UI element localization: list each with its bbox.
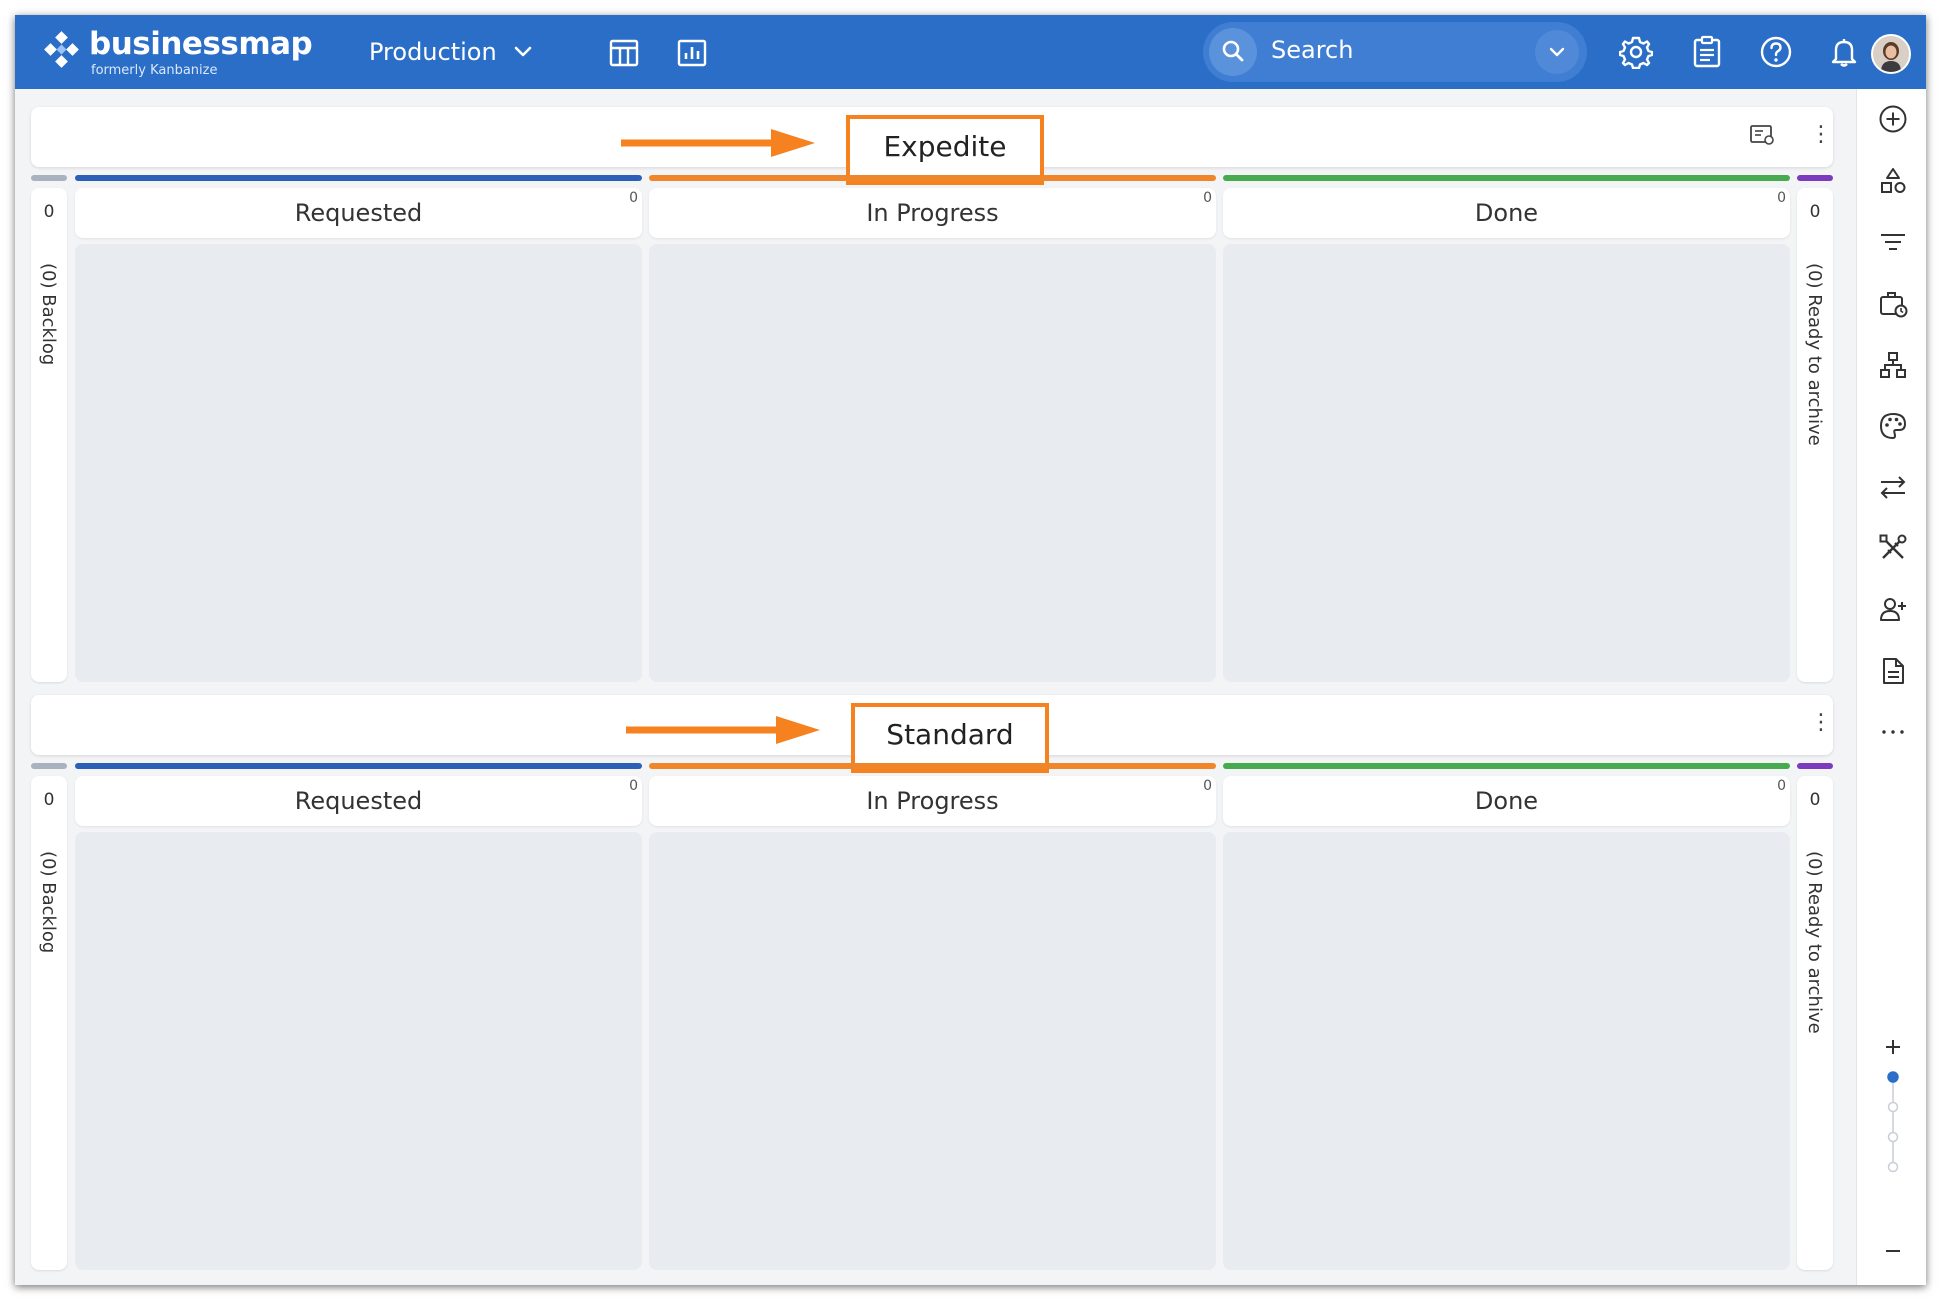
zoom-level-dot[interactable] <box>1887 1161 1899 1173</box>
column-count: 0 <box>629 778 638 794</box>
lane-menu-button[interactable]: ⋮ <box>1810 712 1832 734</box>
lane-settings-icon[interactable] <box>1749 123 1777 149</box>
backlog-label: (0) Backlog <box>38 263 59 366</box>
annotation-arrow-icon <box>626 716 820 744</box>
bell-icon[interactable] <box>1827 35 1861 69</box>
archive-label: (0) Ready to archive <box>1804 851 1825 1034</box>
column-header-in-progress[interactable]: In Progress 0 <box>649 776 1216 826</box>
column-title: Done <box>1474 787 1539 815</box>
zoom-slider[interactable] <box>1878 1069 1908 1209</box>
column-title: In Progress <box>866 787 999 815</box>
backlog-count: 0 <box>43 790 55 810</box>
column-cell-done[interactable] <box>1223 832 1790 1270</box>
right-toolbar <box>1856 89 1926 1285</box>
backlog-column[interactable]: 0 (0) Backlog <box>31 776 67 1270</box>
zoom-in-icon[interactable] <box>1878 1032 1908 1062</box>
more-options-icon[interactable] <box>1878 717 1908 747</box>
column-bar-in-progress <box>649 763 1216 769</box>
backlog-column[interactable]: 0 (0) Backlog <box>31 188 67 682</box>
businessmap-logo-icon[interactable] <box>41 31 81 71</box>
board-name: Production <box>369 38 497 66</box>
column-count: 0 <box>1203 778 1212 794</box>
column-header-in-progress[interactable]: In Progress 0 <box>649 188 1216 238</box>
add-user-icon[interactable] <box>1878 594 1908 624</box>
lane-menu-button[interactable]: ⋮ <box>1810 124 1832 146</box>
column-title: Requested <box>294 199 423 227</box>
zoom-level-dot[interactable] <box>1887 1101 1899 1113</box>
column-bar-done <box>1223 763 1790 769</box>
archive-label: (0) Ready to archive <box>1804 263 1825 446</box>
brand-subtitle: formerly Kanbanize <box>91 63 218 78</box>
search-button[interactable] <box>1209 28 1257 76</box>
hierarchy-icon[interactable] <box>1878 350 1908 380</box>
column-header-requested[interactable]: Requested 0 <box>75 776 642 826</box>
column-count: 0 <box>629 190 638 206</box>
backlog-count: 0 <box>43 202 55 222</box>
archive-bar <box>1797 175 1833 181</box>
briefcase-clock-icon[interactable] <box>1878 289 1908 319</box>
chevron-down-icon <box>1549 47 1565 57</box>
search-icon <box>1222 40 1244 62</box>
column-title: Done <box>1474 199 1539 227</box>
ready-to-archive-column[interactable]: 0 (0) Ready to archive <box>1797 188 1833 682</box>
column-cell-done[interactable] <box>1223 244 1790 682</box>
top-bar: businessmap formerly Kanbanize Productio… <box>15 15 1926 89</box>
app-window: businessmap formerly Kanbanize Productio… <box>15 15 1926 1285</box>
archive-count: 0 <box>1809 202 1821 222</box>
palette-icon[interactable] <box>1878 411 1908 441</box>
column-title: In Progress <box>866 199 999 227</box>
search-box[interactable]: Search <box>1203 22 1587 82</box>
zoom-out-icon[interactable] <box>1878 1236 1908 1266</box>
column-header-requested[interactable]: Requested 0 <box>75 188 642 238</box>
user-avatar-icon <box>1873 36 1909 72</box>
column-title: Requested <box>294 787 423 815</box>
column-bar-requested <box>75 763 642 769</box>
chevron-down-icon <box>514 46 531 57</box>
column-bar-in-progress <box>649 175 1216 181</box>
backlog-bar <box>31 175 67 181</box>
document-icon[interactable] <box>1878 656 1908 686</box>
column-bar-requested <box>75 175 642 181</box>
column-header-done[interactable]: Done 0 <box>1223 188 1790 238</box>
archive-count: 0 <box>1809 790 1821 810</box>
board-selector[interactable]: Production <box>369 35 533 69</box>
column-cell-in-progress[interactable] <box>649 832 1216 1270</box>
annotation-arrow-icon <box>621 129 815 157</box>
column-bar-done <box>1223 175 1790 181</box>
tools-icon[interactable] <box>1878 533 1908 563</box>
column-count: 0 <box>1777 190 1786 206</box>
user-avatar[interactable] <box>1871 34 1911 74</box>
column-header-done[interactable]: Done 0 <box>1223 776 1790 826</box>
column-cell-requested[interactable] <box>75 832 642 1270</box>
zoom-level-dot[interactable] <box>1887 1071 1899 1083</box>
help-icon[interactable] <box>1759 35 1793 69</box>
search-input[interactable]: Search <box>1271 36 1353 64</box>
clipboard-icon[interactable] <box>1690 35 1724 69</box>
archive-bar <box>1797 763 1833 769</box>
brand-name: businessmap <box>89 26 313 62</box>
filter-icon[interactable] <box>1878 227 1908 257</box>
board-view-icon[interactable] <box>608 37 640 69</box>
transfer-arrows-icon[interactable] <box>1878 472 1908 502</box>
backlog-bar <box>31 763 67 769</box>
add-circle-icon[interactable] <box>1878 104 1908 134</box>
column-count: 0 <box>1203 190 1212 206</box>
analytics-icon[interactable] <box>676 37 708 69</box>
column-count: 0 <box>1777 778 1786 794</box>
column-cell-in-progress[interactable] <box>649 244 1216 682</box>
search-options-button[interactable] <box>1535 30 1579 74</box>
backlog-label: (0) Backlog <box>38 851 59 954</box>
gear-icon[interactable] <box>1619 35 1653 69</box>
column-cell-requested[interactable] <box>75 244 642 682</box>
ready-to-archive-column[interactable]: 0 (0) Ready to archive <box>1797 776 1833 1270</box>
shapes-icon[interactable] <box>1878 166 1908 196</box>
zoom-level-dot[interactable] <box>1887 1131 1899 1143</box>
